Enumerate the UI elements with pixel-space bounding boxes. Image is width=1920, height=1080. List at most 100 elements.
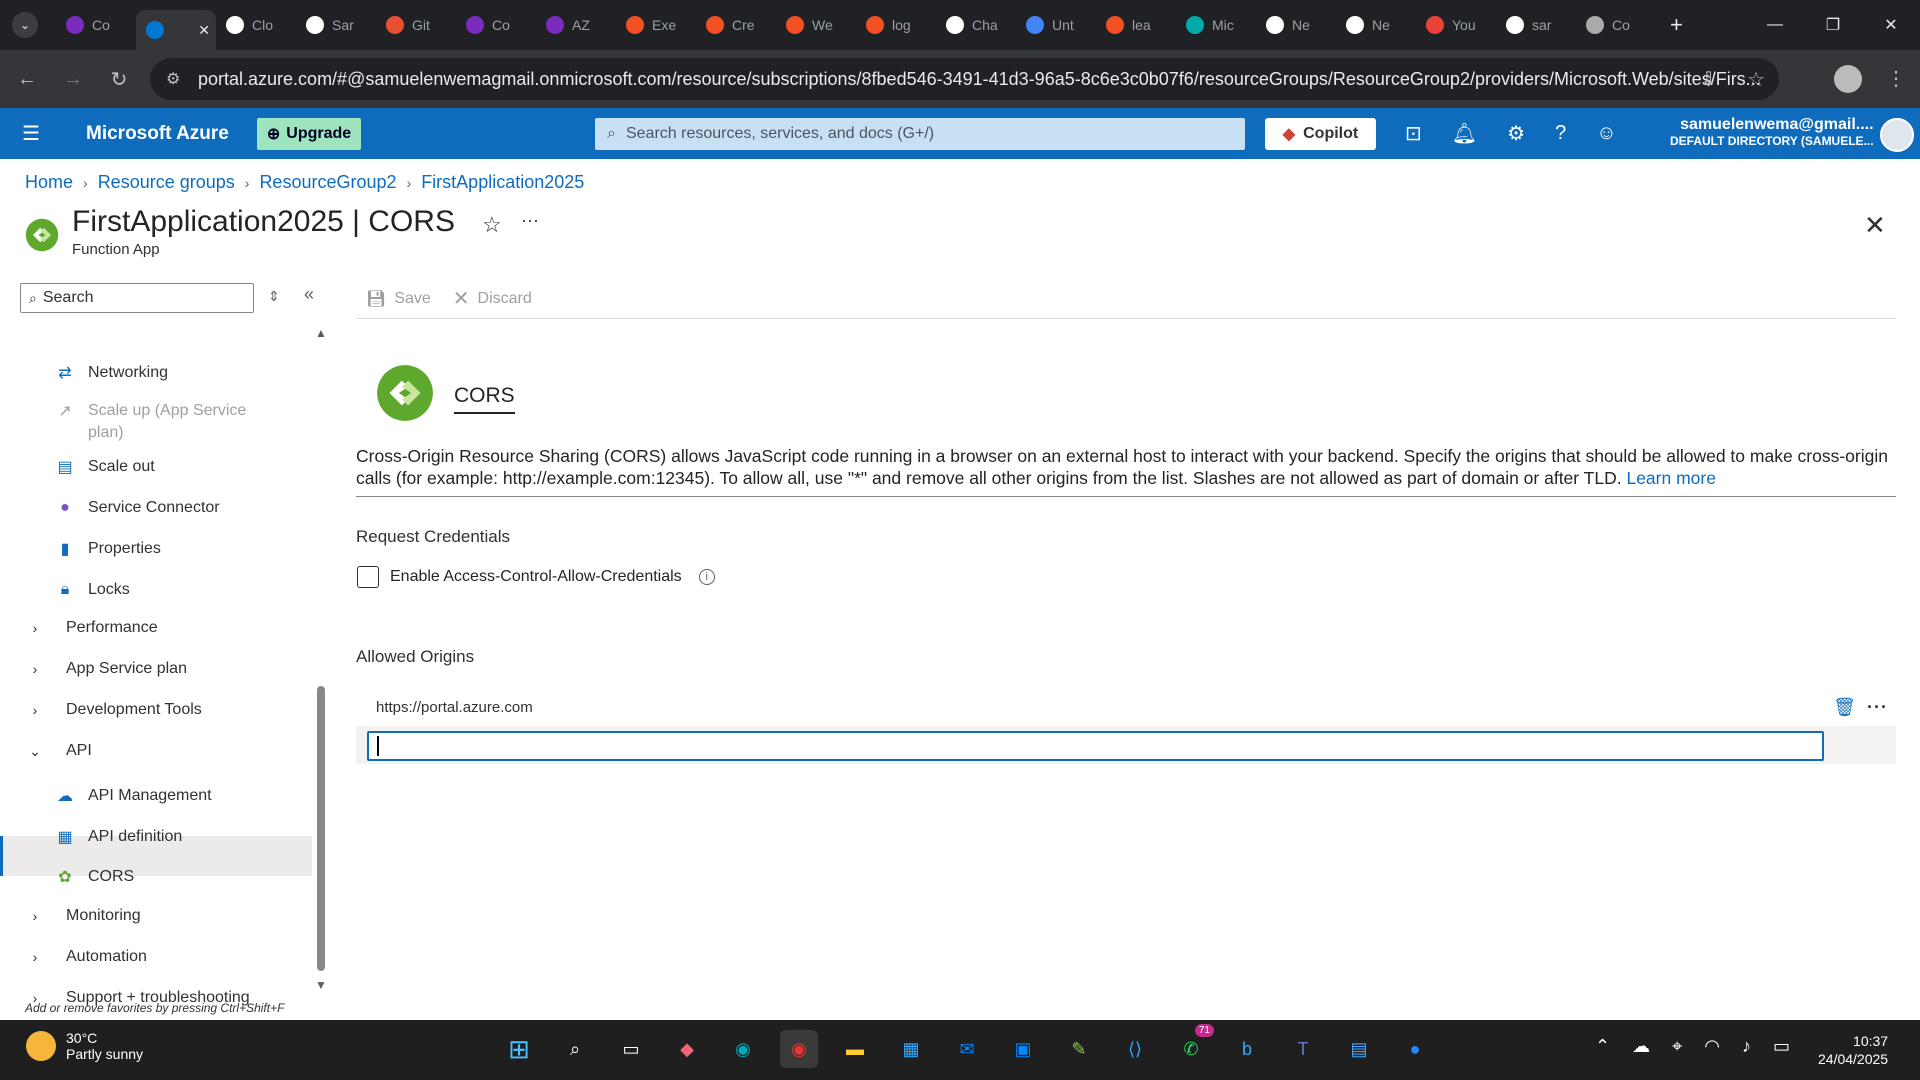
feedback-icon[interactable]: ☺ [1596, 122, 1616, 145]
bookmark-star-icon[interactable]: ☆ [1747, 67, 1765, 92]
breadcrumb-home[interactable]: Home [25, 172, 73, 193]
browser-tab[interactable]: ✕ [136, 10, 216, 50]
browser-tab[interactable]: You [1416, 8, 1496, 42]
menu-item-scale-out[interactable]: ▤ Scale out [54, 456, 154, 478]
chrome-icon[interactable]: ◉ [780, 1030, 818, 1068]
favorite-star-icon[interactable]: ☆ [482, 212, 502, 238]
browser-tab[interactable]: Git [376, 8, 456, 42]
close-window-button[interactable]: ✕ [1862, 0, 1920, 50]
browser-tab[interactable]: Sar [296, 8, 376, 42]
bing-icon[interactable]: b [1228, 1030, 1266, 1068]
browser-tab[interactable]: Co [56, 8, 136, 42]
search-icon[interactable]: ⌕ [556, 1030, 594, 1068]
breadcrumb-app[interactable]: FirstApplication2025 [421, 172, 584, 193]
browser-tab[interactable]: Unt [1016, 8, 1096, 42]
browser-tab[interactable]: Mic [1176, 8, 1256, 42]
new-tab-button[interactable]: + [1670, 12, 1683, 38]
origin-more-icon[interactable]: ··· [1867, 697, 1888, 718]
task-view-icon[interactable]: ▭ [612, 1030, 650, 1068]
volume-icon[interactable]: ♪ [1742, 1036, 1751, 1057]
browser-tab[interactable]: Cre [696, 8, 776, 42]
snipping-icon[interactable]: ▣ [1004, 1030, 1042, 1068]
close-blade-icon[interactable]: ✕ [1864, 210, 1886, 241]
browser-tab[interactable]: Co [456, 8, 536, 42]
new-origin-input[interactable] [367, 731, 1824, 761]
browser-tab[interactable]: lea [1096, 8, 1176, 42]
upgrade-button[interactable]: ⊕ Upgrade [256, 117, 362, 150]
notifications-bell-icon[interactable]: 🔔︎ [1452, 121, 1477, 146]
sort-icon[interactable]: ⇕ [268, 288, 280, 305]
menu-item-properties[interactable]: ▮ Properties [54, 538, 161, 560]
file-explorer-icon[interactable]: ▬ [836, 1030, 874, 1068]
start-windows-icon[interactable]: ⊞ [500, 1030, 538, 1068]
browser-tab[interactable]: sar [1496, 8, 1576, 42]
scroll-down-arrow-icon[interactable]: ▼ [315, 978, 327, 992]
delete-origin-icon[interactable]: 🗑︎ [1833, 697, 1856, 718]
breadcrumb-resource-groups[interactable]: Resource groups [98, 172, 235, 193]
azure-brand[interactable]: Microsoft Azure [86, 123, 229, 145]
enable-credentials-label[interactable]: Enable Access-Control-Allow-Credentials [390, 568, 682, 586]
more-options-icon[interactable]: ··· [521, 210, 539, 231]
menu-item-cors[interactable]: ✿ CORS [54, 866, 134, 888]
browser-tab[interactable]: We [776, 8, 856, 42]
onedrive-icon[interactable]: ☁ [1632, 1036, 1650, 1057]
whatsapp-icon[interactable]: ✆ 71 [1172, 1024, 1214, 1068]
tab-search-dropdown[interactable]: ⌄ [12, 12, 38, 38]
info-icon[interactable]: i [698, 569, 715, 585]
save-button[interactable]: 💾︎ Save [366, 289, 431, 309]
menu-group-automation[interactable]: › Automation [24, 948, 147, 966]
menu-item-locks[interactable]: 🔒︎ Locks [54, 579, 130, 601]
store-icon[interactable]: ▦ [892, 1030, 930, 1068]
browser-tab[interactable]: log [856, 8, 936, 42]
menu-item-service-connector[interactable]: ● Service Connector [54, 497, 219, 519]
menu-item-api-management[interactable]: ☁ API Management [54, 785, 212, 807]
help-icon[interactable]: ? [1555, 122, 1566, 145]
menu-item-api-definition[interactable]: ▦ API definition [54, 826, 182, 848]
browser-tab[interactable]: Ne [1256, 8, 1336, 42]
scroll-up-arrow-icon[interactable]: ▲ [315, 326, 327, 340]
menu-group-development-tools[interactable]: › Development Tools [24, 701, 202, 719]
cloud-shell-icon[interactable]: ⊡ [1405, 121, 1422, 146]
breadcrumb-resourcegroup2[interactable]: ResourceGroup2 [259, 172, 396, 193]
menu-group-performance[interactable]: › Performance [24, 619, 158, 637]
teams-icon[interactable]: T [1284, 1030, 1322, 1068]
discard-button[interactable]: ✕ Discard [453, 286, 532, 311]
weather-widget[interactable]: 30°C Partly sunny [26, 1030, 143, 1062]
browser-tab[interactable]: Co [1576, 8, 1656, 42]
menu-item-networking[interactable]: ⇄ Networking [54, 362, 168, 384]
copilot-taskbar-icon[interactable]: ◆ [668, 1030, 706, 1068]
close-tab-icon[interactable]: ✕ [198, 22, 210, 39]
menu-group-api[interactable]: ⌄ API [24, 742, 92, 760]
account-avatar[interactable] [1880, 118, 1914, 152]
browser-profile-avatar[interactable] [1834, 65, 1862, 93]
copilot-button[interactable]: ◆ Copilot [1265, 118, 1376, 150]
menu-group-monitoring[interactable]: › Monitoring [24, 907, 141, 925]
show-hidden-icons-icon[interactable]: ⌃ [1595, 1036, 1610, 1057]
menu-search-input[interactable]: ⌕ Search [20, 283, 254, 313]
enable-credentials-checkbox[interactable] [357, 566, 379, 588]
restore-button[interactable]: ❐ [1804, 0, 1862, 50]
portal-menu-icon[interactable]: ☰ [22, 121, 46, 146]
location-icon[interactable]: ⌖ [1672, 1036, 1682, 1057]
browser-tab[interactable]: Cha [936, 8, 1016, 42]
battery-icon[interactable]: ▭ [1773, 1036, 1790, 1057]
reload-button[interactable]: ↻ [100, 67, 138, 92]
edge-icon[interactable]: ◉ [724, 1030, 762, 1068]
browser-tab[interactable]: AZ [536, 8, 616, 42]
settings-gear-icon[interactable]: ⚙ [1507, 121, 1525, 146]
notepad-plus-icon[interactable]: ✎ [1060, 1030, 1098, 1068]
browser-tab[interactable]: Clo [216, 8, 296, 42]
azure-search-box[interactable]: ⌕ Search resources, services, and docs (… [595, 118, 1245, 150]
browser-menu-icon[interactable]: ⋮ [1886, 66, 1906, 91]
minimize-button[interactable]: — [1746, 0, 1804, 50]
collapse-menu-icon[interactable]: « [304, 284, 314, 305]
wifi-icon[interactable]: ◠ [1704, 1036, 1720, 1057]
zoom-icon[interactable]: ● [1396, 1030, 1434, 1068]
install-app-icon[interactable]: ⇩ [1700, 67, 1717, 92]
address-bar[interactable]: ⚙ portal.azure.com/#@samuelenwemagmail.o… [150, 58, 1779, 100]
account-info[interactable]: samuelenwema@gmail.... DEFAULT DIRECTORY… [1670, 116, 1874, 148]
site-info-icon[interactable]: ⚙ [166, 69, 180, 89]
outlook-icon[interactable]: ✉ [948, 1030, 986, 1068]
clock[interactable]: 10:37 24/04/2025 [1818, 1032, 1888, 1068]
forward-button[interactable]: → [54, 68, 92, 91]
